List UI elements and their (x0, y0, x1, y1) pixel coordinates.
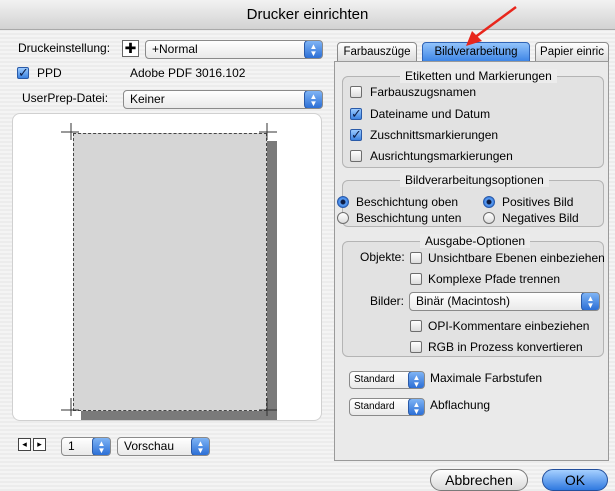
preset-popup[interactable]: +Normal ▲ ▼ (145, 40, 323, 59)
emulsion-up-label: Beschichtung oben (356, 195, 459, 209)
userprep-label: UserPrep-Datei: (22, 91, 109, 105)
add-preset-icon[interactable]: ✚ (122, 40, 139, 57)
userprep-popup[interactable]: Keiner ▲ ▼ (123, 90, 323, 109)
images-value: Binär (Macintosh) (416, 294, 511, 308)
popup-arrows-icon: ▲ ▼ (304, 91, 322, 108)
images-popup[interactable]: Binär (Macintosh) ▲ ▼ (409, 292, 600, 311)
ok-button[interactable]: OK (542, 469, 608, 491)
positive-image-label: Positives Bild (502, 195, 574, 209)
filename-date-label: Dateiname und Datum (370, 107, 491, 121)
popup-arrows-icon: ▲ ▼ (304, 41, 322, 58)
flattening-value: Standard (354, 401, 395, 412)
opi-comments-label: OPI-Kommentare einbeziehen (428, 319, 590, 333)
negative-image-radio[interactable] (483, 212, 495, 224)
flattening-label: Abflachung (430, 398, 491, 412)
crop-marks-checkbox[interactable]: ✓ (350, 128, 362, 141)
images-label: Bilder: (370, 294, 405, 308)
flattening-popup[interactable]: Standard ▲ ▼ (349, 398, 425, 416)
rgb-convert-checkbox[interactable] (410, 341, 422, 353)
popup-arrows-icon: ▲ ▼ (92, 438, 110, 455)
invisible-layers-label: Unsichtbare Ebenen einbeziehen (428, 251, 605, 265)
popup-arrows-icon: ▲ ▼ (581, 293, 599, 310)
tab-farbauszuege[interactable]: Farbauszüge (337, 42, 417, 62)
registration-marks-label: Ausrichtungsmarkierungen (370, 149, 513, 163)
crop-marks-label: Zuschnittsmarkierungen (370, 128, 499, 142)
invisible-layers-checkbox[interactable] (410, 252, 422, 264)
emulsion-down-radio[interactable] (337, 212, 349, 224)
filename-date-checkbox[interactable]: ✓ (350, 107, 362, 120)
max-colors-value: Standard (354, 374, 395, 385)
window-title: Drucker einrichten (0, 0, 615, 30)
popup-arrows-icon: ▲ ▼ (408, 372, 424, 388)
negative-image-label: Negatives Bild (502, 211, 579, 225)
page-number-popup[interactable]: 1 ▲ ▼ (61, 437, 111, 456)
separation-names-label: Farbauszugsnamen (370, 85, 477, 99)
view-popup[interactable]: Vorschau ▲ ▼ (117, 437, 210, 456)
next-page-icon[interactable]: ▸ (33, 438, 46, 451)
page-number-value: 1 (68, 439, 75, 453)
print-setup-window: Drucker einrichten Druckeinstellung: ✚ +… (0, 0, 615, 491)
positive-image-radio[interactable] (483, 196, 495, 208)
objects-label: Objekte: (360, 250, 405, 264)
crop-marks (61, 123, 277, 416)
emulsion-up-radio[interactable] (337, 196, 349, 208)
output-options-title: Ausgabe-Optionen (420, 234, 531, 248)
annotation-arrow-icon (466, 5, 517, 46)
cancel-button[interactable]: Abbrechen (430, 469, 528, 491)
ppd-value: Adobe PDF 3016.102 (130, 66, 246, 80)
max-colors-popup[interactable]: Standard ▲ ▼ (349, 371, 425, 389)
opi-comments-checkbox[interactable] (410, 320, 422, 332)
popup-arrows-icon: ▲ ▼ (191, 438, 209, 455)
complex-paths-label: Komplexe Pfade trennen (428, 272, 561, 286)
emulsion-down-label: Beschichtung unten (356, 211, 462, 225)
view-value: Vorschau (124, 439, 175, 453)
labels-marks-title: Etiketten und Markierungen (400, 69, 557, 83)
complex-paths-checkbox[interactable] (410, 273, 422, 285)
registration-marks-checkbox[interactable] (350, 150, 362, 162)
previous-page-icon[interactable]: ◂ (18, 438, 31, 451)
separation-names-checkbox[interactable] (350, 86, 362, 98)
ppd-label: PPD (37, 66, 62, 80)
rgb-convert-label: RGB in Prozess konvertieren (428, 340, 583, 354)
max-colors-label: Maximale Farbstufen (430, 371, 543, 385)
preset-label: Druckeinstellung: (18, 41, 111, 55)
popup-arrows-icon: ▲ ▼ (408, 399, 424, 415)
userprep-value: Keiner (130, 92, 165, 106)
tab-papier[interactable]: Papier einric (535, 42, 609, 62)
image-options-title: Bildverarbeitungsoptionen (400, 173, 549, 187)
ppd-checkbox[interactable]: ✓ (17, 66, 29, 79)
preset-value: +Normal (152, 42, 198, 56)
